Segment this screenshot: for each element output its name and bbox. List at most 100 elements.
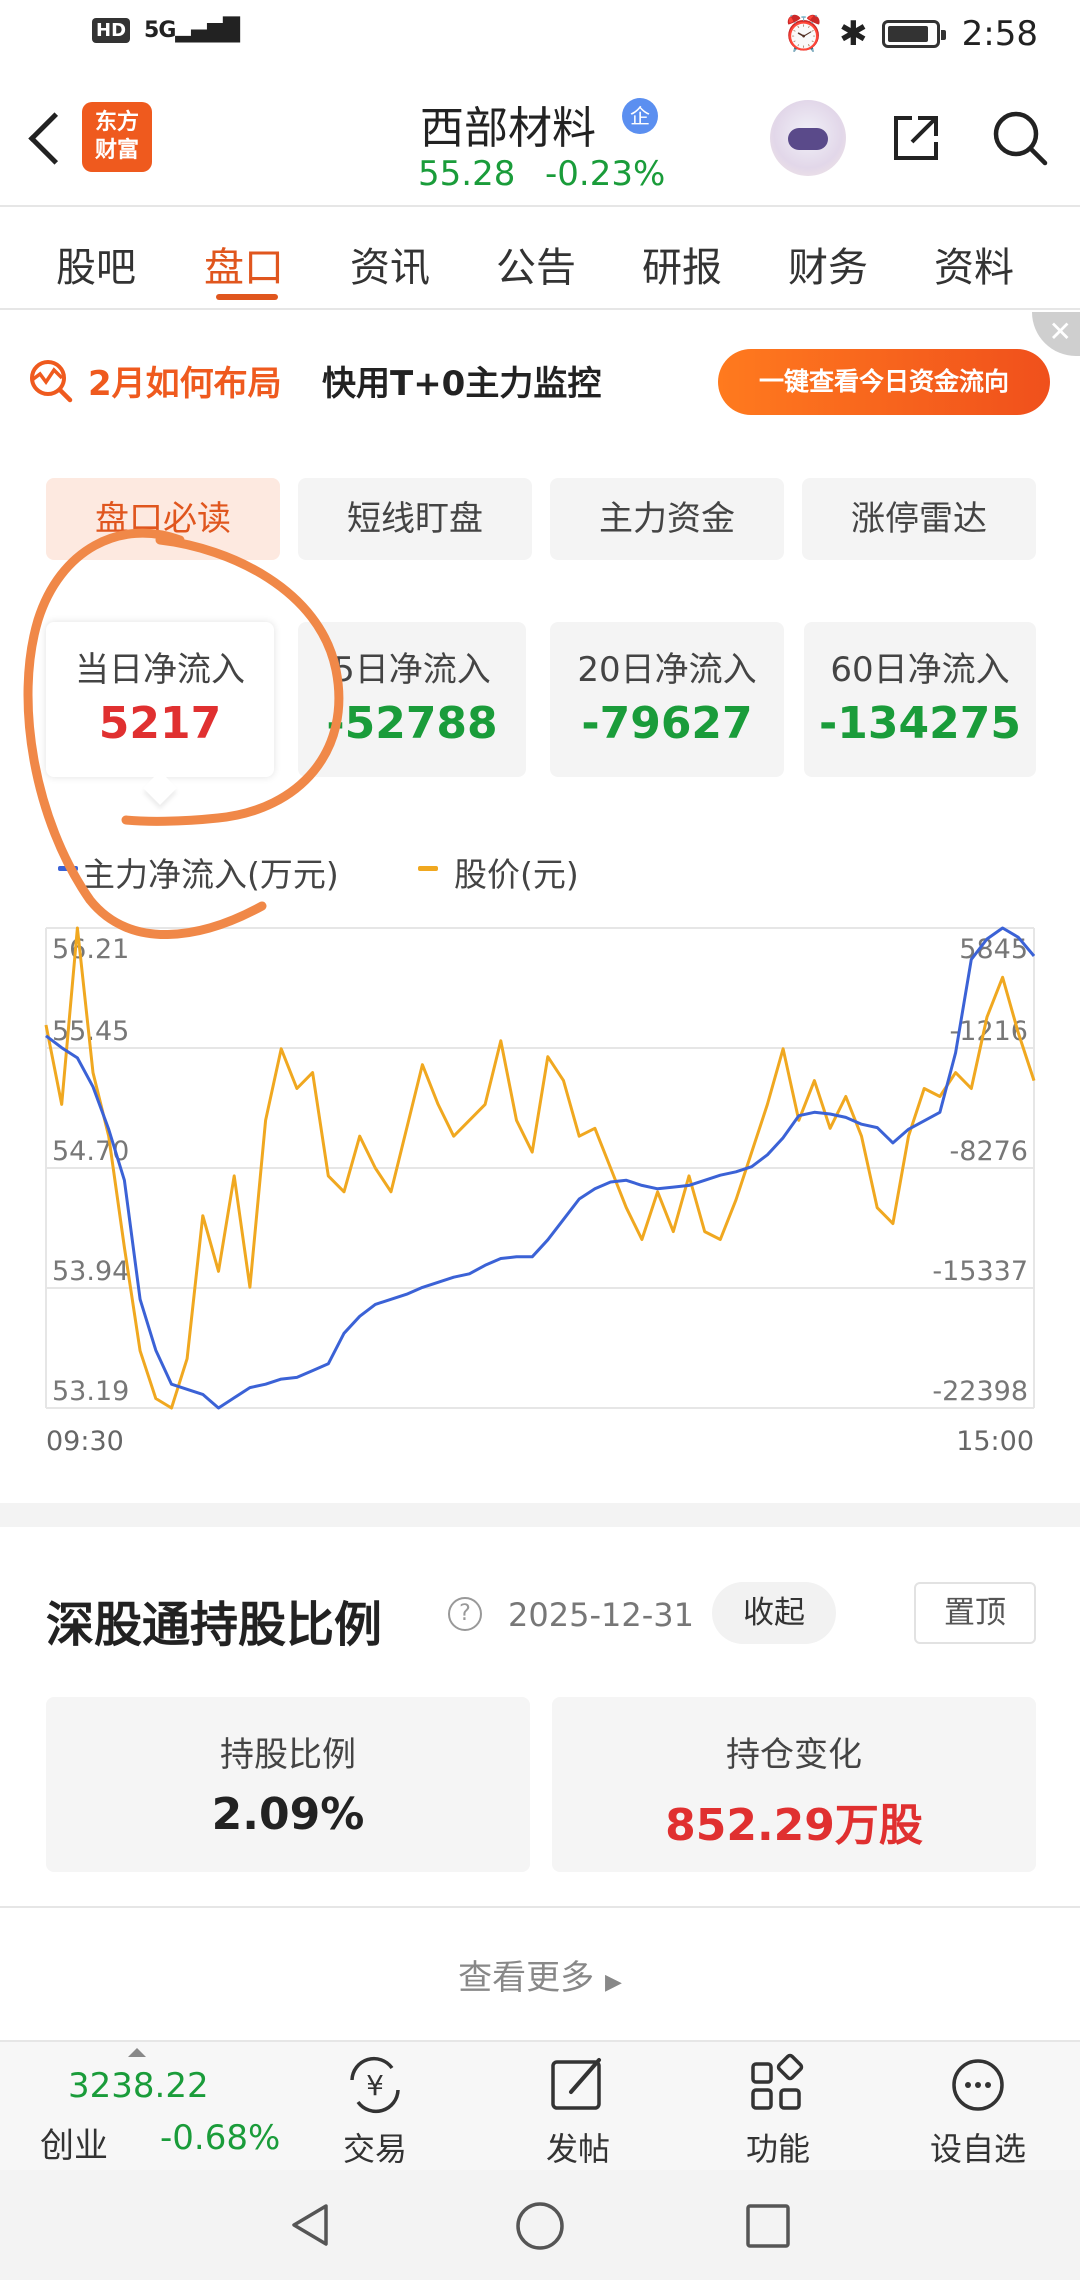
index-value[interactable]: 3238.22 <box>68 2066 209 2106</box>
right-tick-label: -8276 <box>950 1136 1028 1167</box>
flow-card-today[interactable]: 当日净流入 5217 <box>46 622 274 777</box>
section-date: 2025-12-31 <box>508 1596 694 1634</box>
subtab-limit-up-radar[interactable]: 涨停雷达 <box>802 478 1036 560</box>
nav-add-watchlist[interactable]: 设自选 <box>908 2050 1048 2170</box>
tab-announcements[interactable]: 公告 <box>496 235 576 293</box>
trade-icon: ¥ <box>350 2056 400 2114</box>
view-fund-flow-button[interactable]: 一键查看今日资金流向 <box>718 349 1050 415</box>
close-icon[interactable]: ✕ <box>1032 312 1080 356</box>
promo-banner[interactable]: 2月如何布局 快用T+0主力监控 一键查看今日资金流向 ✕ <box>0 312 1080 457</box>
holding-ratio-value: 2.09% <box>211 1789 365 1840</box>
right-tick-label: -22398 <box>932 1376 1028 1407</box>
back-button[interactable] <box>22 108 66 168</box>
subtab-short-term[interactable]: 短线盯盘 <box>298 478 532 560</box>
holding-change-label: 持仓变化 <box>726 1735 862 1775</box>
tab-finance[interactable]: 财务 <box>788 235 868 293</box>
nav-functions[interactable]: 功能 <box>708 2050 848 2170</box>
flow-card-value: -52788 <box>326 698 498 749</box>
x-tick-start: 09:30 <box>46 1426 124 1457</box>
flow-card-label: 20日净流入 <box>577 650 757 690</box>
status-bar: HD 5G▂▄▆█ ⏰ ✱ 2:58 <box>0 0 1080 70</box>
flow-card-value: 5217 <box>98 698 222 749</box>
post-icon <box>551 2058 601 2110</box>
enterprise-badge-icon: 企 <box>622 98 658 134</box>
tab-pankou[interactable]: 盘口 <box>204 235 284 293</box>
flow-card-label: 5日净流入 <box>333 650 491 690</box>
stock-change: -0.23% <box>545 154 666 194</box>
home-circle-icon[interactable] <box>514 2200 566 2252</box>
nav-label: 设自选 <box>929 2130 1026 2168</box>
apps-icon <box>751 2053 804 2110</box>
pin-top-button[interactable]: 置顶 <box>914 1582 1036 1644</box>
left-tick-label: 53.94 <box>52 1256 129 1287</box>
chart-ticks: 56.21 584555.45 -121654.70 -827653.94 -15337… <box>52 934 1028 1407</box>
hd-icon: HD <box>92 18 131 43</box>
view-more-link[interactable]: 查看更多 ▶ <box>0 1950 1080 1999</box>
flow-card-value: -134275 <box>819 698 1021 749</box>
tab-news[interactable]: 资讯 <box>350 235 430 293</box>
signal-icon: 5G▂▄▆█ <box>144 18 240 43</box>
flow-card-5d[interactable]: 5日净流入 -52788 <box>298 622 526 777</box>
left-tick-label: 53.19 <box>52 1376 129 1407</box>
chart-grid <box>45 927 1035 1409</box>
help-icon[interactable]: ? <box>448 1597 482 1631</box>
stock-name[interactable]: 西部材料 <box>420 92 596 156</box>
section-divider <box>0 1906 1080 1908</box>
tab-profile[interactable]: 资料 <box>934 235 1014 293</box>
svg-text:¥: ¥ <box>366 2069 384 2102</box>
tabs-divider <box>0 308 1080 310</box>
fund-flow-chart[interactable]: 56.21 584555.45 -121654.70 -827653.94 -15337… <box>0 900 1080 1460</box>
active-tab-indicator <box>216 294 278 300</box>
expand-caret-icon[interactable] <box>128 2048 146 2057</box>
index-change[interactable]: -0.68% <box>160 2118 280 2158</box>
bottom-nav: 3238.22 创业 -0.68% ¥ 交易 发帖 功能 设自选 <box>0 2040 1080 2170</box>
section-separator <box>0 1503 1080 1527</box>
nav-post[interactable]: 发帖 <box>508 2050 648 2170</box>
collapse-button[interactable]: 收起 <box>712 1582 836 1644</box>
flow-card-value: -79627 <box>581 698 753 749</box>
tab-research[interactable]: 研报 <box>642 235 722 293</box>
nav-label: 功能 <box>745 2130 810 2168</box>
section-title: 深股通持股比例 <box>46 1597 383 1653</box>
recent-apps-icon[interactable] <box>744 2202 792 2250</box>
nav-label: 交易 <box>342 2130 407 2168</box>
subtab-must-read[interactable]: 盘口必读 <box>46 478 280 560</box>
flow-card-60d[interactable]: 60日净流入 -134275 <box>804 622 1036 777</box>
subtab-main-funds[interactable]: 主力资金 <box>550 478 784 560</box>
eastmoney-logo[interactable]: 东方 财富 <box>82 102 152 172</box>
clock: 2:58 <box>961 14 1038 54</box>
holding-change-value: 852.29万股 <box>665 1800 923 1851</box>
nav-trade[interactable]: ¥ 交易 <box>305 2050 445 2170</box>
flow-card-label: 60日净流入 <box>830 650 1010 690</box>
tab-guba[interactable]: 股吧 <box>56 235 136 293</box>
system-nav-bar <box>0 2170 1080 2280</box>
stock-header: 东方 财富 西部材料 企 55.28 -0.23% <box>0 70 1080 205</box>
trend-monitor-icon <box>30 360 73 403</box>
banner-subtitle: 快用T+0主力监控 <box>322 364 602 404</box>
flow-card-20d[interactable]: 20日净流入 -79627 <box>550 622 784 777</box>
tab-bar: 股吧 盘口 资讯 公告 研报 财务 资料 <box>0 207 1080 307</box>
more-icon <box>952 2059 1004 2111</box>
left-tick-label: 56.21 <box>52 934 129 965</box>
stock-price: 55.28 <box>418 154 516 194</box>
triangle-right-icon: ▶ <box>604 1970 622 1995</box>
legend-flow-label: 主力净流入(万元) <box>82 855 339 894</box>
flow-card-label: 当日净流入 <box>75 650 245 690</box>
bluetooth-icon: ✱ <box>839 14 868 54</box>
ai-assistant-icon[interactable] <box>770 100 846 176</box>
alarm-icon: ⏰ <box>782 14 826 54</box>
legend-flow-swatch <box>58 866 78 871</box>
legend-price-label: 股价(元) <box>454 855 579 894</box>
holding-ratio-card: 持股比例 2.09% <box>46 1697 530 1872</box>
holding-ratio-label: 持股比例 <box>220 1735 356 1775</box>
back-triangle-icon[interactable] <box>286 2200 336 2250</box>
index-name[interactable]: 创业 <box>40 2118 108 2167</box>
legend-price-swatch <box>418 866 438 871</box>
search-icon[interactable] <box>990 108 1050 168</box>
share-icon[interactable] <box>888 110 944 166</box>
right-tick-label: -15337 <box>932 1256 1028 1287</box>
nav-label: 发帖 <box>545 2130 610 2168</box>
banner-title: 2月如何布局 <box>88 364 282 404</box>
x-tick-end: 15:00 <box>956 1426 1034 1457</box>
battery-icon <box>881 20 946 48</box>
